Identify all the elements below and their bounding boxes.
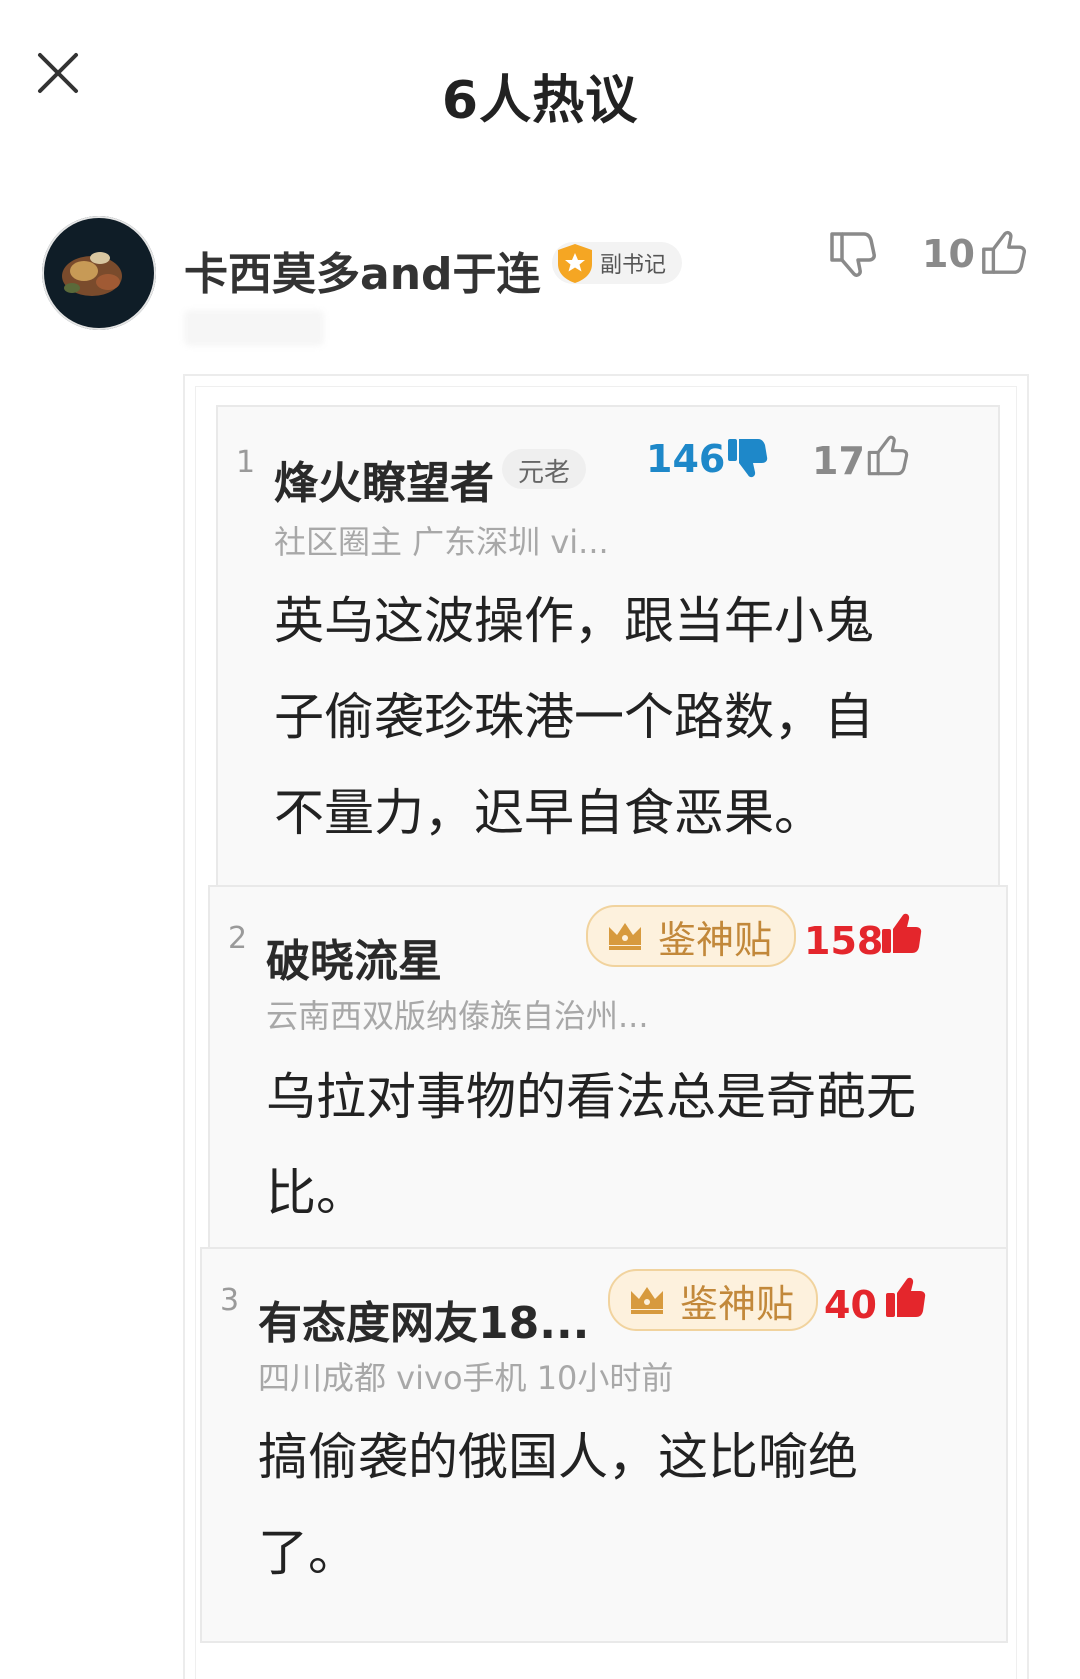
reply-meta: 四川成都 vivo手机 10小时前 xyxy=(258,1359,674,1397)
reply-body: 搞偷袭的俄国人，这比喻绝了。 xyxy=(258,1428,858,1582)
reply-meta: 云南西双版纳傣族自治州... xyxy=(266,997,649,1035)
reply-username[interactable]: 破晓流星 xyxy=(266,925,442,989)
reply-index: 3 xyxy=(220,1283,240,1318)
reply-thread-inner: 1 烽火瞭望者 元老 146 17 社区圈主 广东深圳 vi... 英乌这波操作… xyxy=(195,386,1017,1679)
reply-item-2[interactable]: 2 破晓流星 鉴神贴 158 云南西双版纳傣族自治州... 乌拉对事物的看法总是… xyxy=(208,885,1008,1249)
reply-thread: 1 烽火瞭望者 元老 146 17 社区圈主 广东深圳 vi... 英乌这波操作… xyxy=(183,374,1029,1679)
user-tag: 元老 xyxy=(502,449,587,489)
main-comment-actions: 10 xyxy=(0,228,1080,288)
reply-item-1[interactable]: 1 烽火瞭望者 元老 146 17 社区圈主 广东深圳 vi... 英乌这波操作… xyxy=(216,405,1000,887)
dislike-count: 146 xyxy=(646,437,726,481)
reply-index: 1 xyxy=(236,445,256,480)
thumb-up-filled-icon[interactable] xyxy=(882,1275,928,1321)
reply-body: 英乌这波操作，跟当年小鬼子偷袭珍珠港一个路数，自不量力，迟早自食恶果。 xyxy=(274,592,874,842)
comments-sheet: 6人热议 卡西莫多and于连 副书记 10 1 烽火瞭望者 元老 146 17 … xyxy=(0,0,1080,1679)
god-tag-label: 鉴神贴 xyxy=(658,917,773,962)
god-comment-tag: 鉴神贴 xyxy=(608,1269,819,1331)
reply-meta: 社区圈主 广东深圳 vi... xyxy=(274,523,609,561)
thumb-down-outline-icon[interactable] xyxy=(826,228,878,280)
thumb-up-outline-icon[interactable] xyxy=(864,433,910,479)
like-count: 158 xyxy=(804,919,884,963)
thumb-down-filled-icon[interactable] xyxy=(724,435,770,481)
god-tag-label: 鉴神贴 xyxy=(680,1281,795,1326)
reply-item-3[interactable]: 3 有态度网友18... 鉴神贴 40 四川成都 vivo手机 10小时前 搞偷… xyxy=(200,1247,1008,1643)
blurred-meta xyxy=(184,310,324,346)
sheet-title: 6人热议 xyxy=(441,71,639,131)
main-comment-like-count: 10 xyxy=(922,232,975,276)
crown-icon xyxy=(631,1287,663,1314)
reply-index: 2 xyxy=(228,921,248,956)
like-count: 17 xyxy=(812,439,865,483)
reply-username[interactable]: 有态度网友18... xyxy=(258,1287,589,1351)
reply-body: 乌拉对事物的看法总是奇葩无比。 xyxy=(266,1068,916,1222)
like-count: 40 xyxy=(824,1283,877,1327)
reply-username[interactable]: 烽火瞭望者 xyxy=(274,447,494,511)
thumb-up-outline-icon[interactable] xyxy=(978,228,1028,278)
thumb-up-filled-icon[interactable] xyxy=(878,911,924,957)
crown-icon xyxy=(609,923,641,950)
god-comment-tag: 鉴神贴 xyxy=(586,905,797,967)
